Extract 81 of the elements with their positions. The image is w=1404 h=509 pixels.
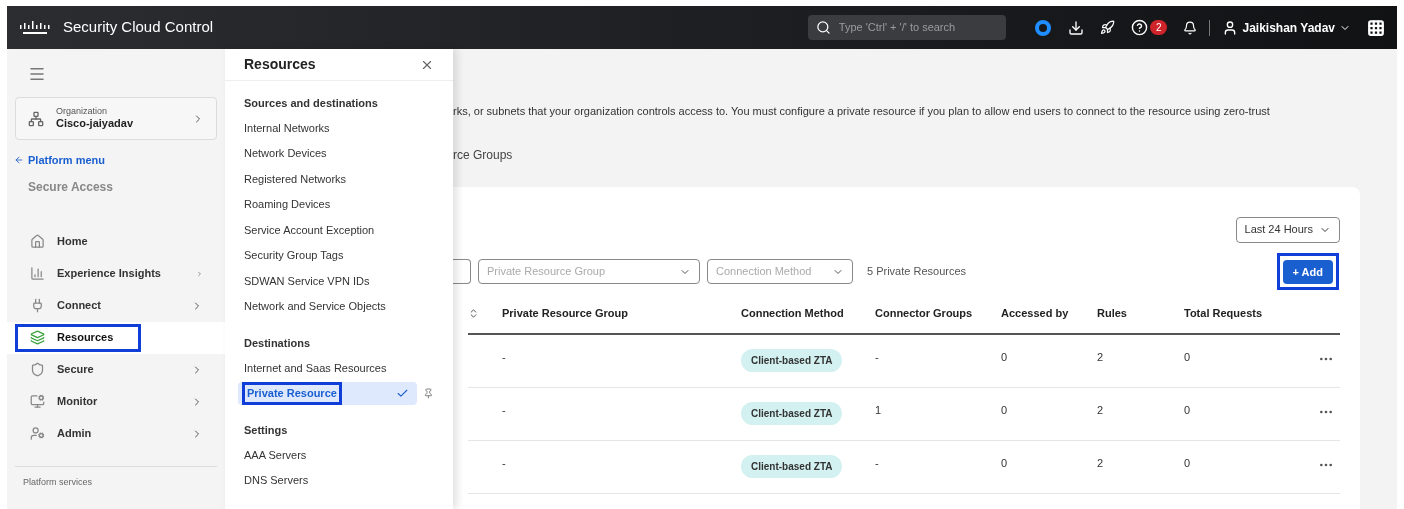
column-header: Accessed by (1001, 294, 1097, 335)
table-cell: - (502, 334, 741, 388)
menu-item[interactable]: Registered Networks (238, 167, 421, 191)
column-header: Connection Method (741, 294, 875, 335)
table-cell: 2 (1097, 387, 1184, 441)
menu-item[interactable]: Security Group Tags (238, 243, 421, 267)
add-button[interactable]: + Add (1282, 260, 1333, 285)
column-header: Total Requests (1184, 294, 1290, 335)
section-title: Platform services (23, 475, 94, 489)
arrow-left-icon (14, 155, 24, 166)
menu-icon[interactable] (28, 65, 46, 83)
apps-grid-icon[interactable] (1367, 18, 1385, 37)
sidebar-item[interactable]: Secure (7, 353, 225, 386)
column-header: Rules (1097, 294, 1184, 335)
back-link[interactable]: Platform menu (14, 152, 225, 169)
menu-item[interactable]: SDWAN Service VPN IDs (238, 269, 421, 293)
search-icon (815, 20, 831, 35)
search-field[interactable]: Type 'Ctrl' + '/' to search (807, 15, 1006, 40)
group-title: Sources and destinations (244, 96, 379, 111)
sidebar-item[interactable]: Connect (7, 289, 225, 322)
tab[interactable]: rce Groups (453, 145, 1397, 164)
home-icon (30, 234, 45, 249)
user-gear-icon (30, 426, 45, 441)
sort-icon[interactable] (468, 308, 479, 319)
method-tag: Client-based ZTA (741, 401, 843, 425)
menu-item[interactable]: Network and Service Objects (238, 294, 421, 318)
menu-item[interactable]: DNS Servers (238, 468, 421, 492)
organization-selector[interactable]: Organization Cisco-jaiyadav (15, 97, 217, 140)
group-title: Settings (244, 423, 289, 438)
table-cell: 1 (875, 387, 1001, 441)
menu-item[interactable]: Roaming Devices (238, 192, 421, 216)
menu-item[interactable]: Private Resource (238, 381, 418, 405)
network-icon (28, 110, 44, 127)
table-cell: - (875, 440, 1001, 494)
chart-icon (30, 266, 45, 281)
menu-item[interactable]: Network Devices (238, 141, 421, 165)
table-cell: 2 (1097, 440, 1184, 494)
table-cell: 0 (1184, 440, 1290, 494)
logo-icon (19, 19, 51, 36)
sidebar-item[interactable]: Home (7, 225, 225, 258)
column-header: Private Resource Group (502, 294, 741, 335)
panel-title: Resources (244, 55, 316, 74)
method-tag: Client-based ZTA (741, 348, 843, 372)
sidebar-item[interactable]: Monitor (7, 385, 225, 418)
table-cell: 0 (1001, 387, 1097, 441)
help-icon[interactable] (1130, 19, 1148, 36)
table-cell: 0 (1184, 387, 1290, 441)
group-title: Destinations (244, 336, 311, 351)
menu-item[interactable]: Service Account Exception (238, 218, 421, 242)
column-header: Connector Groups (875, 294, 1001, 335)
page-description: rks, or subnets that your organization controls access to. You must configure a private resource if you plan to allow end users to connect to the resource using zero-trust (453, 104, 1271, 119)
menu-item[interactable]: AAA Servers (238, 443, 421, 467)
table-cell: 2 (1097, 334, 1184, 388)
table-cell: - (502, 440, 741, 494)
plug-icon (30, 298, 45, 313)
table-cell: 0 (1001, 334, 1097, 388)
swirl-icon[interactable] (1033, 18, 1052, 37)
app-title: Security Cloud Control (63, 17, 214, 38)
section-title: Secure Access (28, 178, 114, 196)
rocket-icon[interactable] (1099, 20, 1115, 35)
bell-icon[interactable] (1183, 20, 1198, 35)
table-cell: - (502, 387, 741, 441)
notification-badge: 2 (1149, 20, 1168, 35)
layers-icon (30, 330, 45, 345)
download-icon[interactable] (1067, 19, 1084, 36)
pin-icon[interactable] (423, 387, 434, 399)
monitor-icon (30, 394, 45, 409)
method-tag: Client-based ZTA (741, 454, 843, 478)
menu-item[interactable]: Internet and Saas Resources (238, 356, 421, 380)
result-count: 5 Private Resources (867, 264, 967, 280)
search-input[interactable]: Type 'Ctrl' + '/' to search (838, 19, 998, 36)
sidebar-item[interactable]: Experience Insights (7, 257, 225, 290)
sidebar-item[interactable]: Admin (7, 417, 225, 450)
time-range-dropdown[interactable]: Last 24 Hours (1235, 216, 1340, 243)
table-cell: - (875, 334, 1001, 388)
table-cell: 0 (1001, 440, 1097, 494)
menu-item[interactable]: Internal Networks (238, 116, 421, 140)
table-cell: 0 (1184, 334, 1290, 388)
sidebar-item[interactable]: Resources (7, 321, 225, 354)
shield-icon (30, 362, 45, 377)
user-menu[interactable]: Jaikishan Yadav (1222, 18, 1351, 37)
